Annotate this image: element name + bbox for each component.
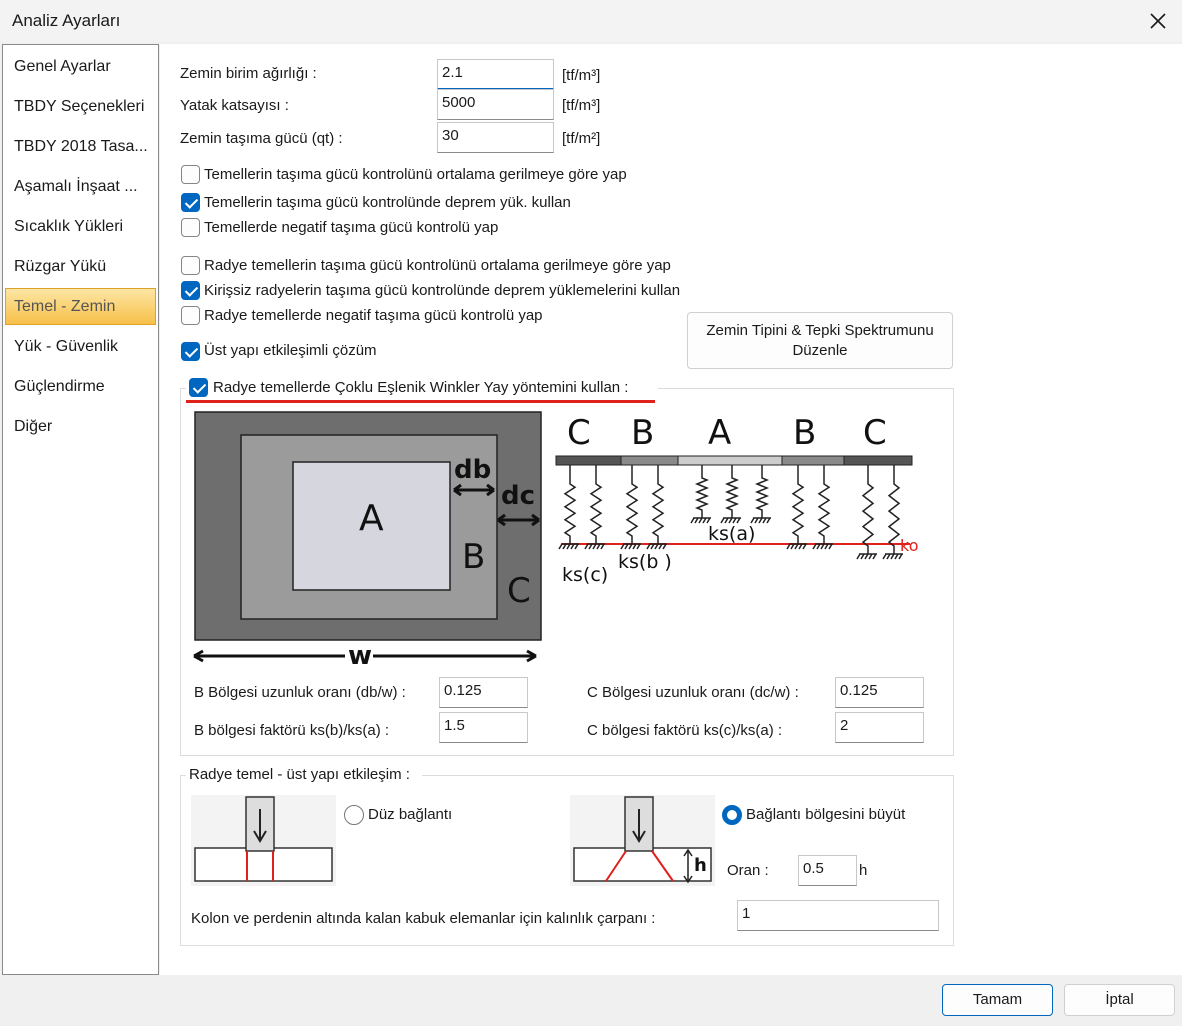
window-title: Analiz Ayarları bbox=[12, 11, 121, 30]
cancel-button[interactable]: İptal bbox=[1064, 984, 1175, 1016]
ks-a-label: ks(a) bbox=[708, 523, 755, 545]
zone-a-label: A bbox=[359, 498, 384, 539]
ko-label: ko bbox=[900, 536, 918, 555]
sidebar-item-guclendirme[interactable]: Güçlendirme bbox=[4, 369, 157, 405]
earthquake-load-checkbox[interactable] bbox=[181, 193, 200, 212]
b-length-ratio-input[interactable]: 0.125 bbox=[439, 677, 528, 708]
flat-connection-label: Düz bağlantı bbox=[368, 806, 453, 823]
w-label: w bbox=[348, 641, 372, 668]
zone-c-label: C bbox=[507, 571, 531, 611]
dialog-footer: Tamam İptal bbox=[0, 975, 1182, 1026]
thickness-factor-input[interactable]: 1 bbox=[737, 900, 939, 931]
bed-coefficient-input[interactable]: 5000 bbox=[437, 89, 554, 120]
sidebar-item-genel-ayarlar[interactable]: Genel Ayarlar bbox=[4, 49, 157, 85]
sidebar-item-ruzgar-yuku[interactable]: Rüzgar Yükü bbox=[4, 249, 157, 285]
ks-c-label: ks(c) bbox=[562, 564, 608, 586]
raft-negative-label: Radye temellerde negatif taşıma gücü kon… bbox=[204, 307, 543, 324]
superstructure-interaction-label: Üst yapı etkileşimli çözüm bbox=[204, 342, 377, 359]
avg-stress-checkbox[interactable] bbox=[181, 165, 200, 184]
thickness-factor-label: Kolon ve perdenin altında kalan kabuk el… bbox=[191, 910, 656, 927]
beamless-raft-checkbox[interactable] bbox=[181, 281, 200, 300]
sidebar-item-tbdy-2018[interactable]: TBDY 2018 Tasa... bbox=[4, 129, 157, 165]
c-length-ratio-input[interactable]: 0.125 bbox=[835, 677, 924, 708]
winkler-underline bbox=[186, 400, 655, 403]
unit-weight-unit: [tf/m³] bbox=[562, 67, 601, 84]
zone-b-label: B bbox=[462, 537, 485, 577]
db-label: db bbox=[454, 455, 491, 485]
flat-connection-radio[interactable] bbox=[344, 805, 364, 825]
bed-coefficient-unit: [tf/m³] bbox=[562, 97, 601, 114]
title-bar: Analiz Ayarları bbox=[0, 0, 1182, 42]
ratio-input[interactable]: 0.5 bbox=[798, 855, 857, 886]
sidebar-item-asamali-insaat[interactable]: Aşamalı İnşaat ... bbox=[4, 169, 157, 205]
raft-avg-stress-label: Radye temellerin taşıma gücü kontrolünü … bbox=[204, 257, 671, 274]
close-icon bbox=[1150, 13, 1166, 29]
ratio-label: Oran : bbox=[727, 862, 769, 879]
b-factor-label: B bölgesi faktörü ks(b)/ks(a) : bbox=[194, 722, 390, 739]
raft-avg-stress-checkbox[interactable] bbox=[181, 256, 200, 275]
bearing-capacity-input[interactable]: 30 bbox=[437, 122, 554, 153]
section-b-right: B bbox=[793, 413, 816, 453]
negative-bearing-checkbox[interactable] bbox=[181, 218, 200, 237]
c-factor-input[interactable]: 2 bbox=[835, 712, 924, 743]
ratio-unit: h bbox=[859, 862, 868, 879]
beamless-raft-label: Kirişsiz radyelerin taşıma gücü kontrolü… bbox=[204, 282, 681, 299]
dc-label: dc bbox=[501, 481, 535, 511]
interaction-title: Radye temel - üst yapı etkileşim : bbox=[189, 766, 410, 783]
raft-negative-checkbox[interactable] bbox=[181, 306, 200, 325]
section-b-left: B bbox=[631, 413, 654, 453]
unit-weight-label: Zemin birim ağırlığı : bbox=[180, 65, 317, 82]
section-c-left: C bbox=[567, 413, 591, 453]
c-factor-label: C bölgesi faktörü ks(c)/ks(a) : bbox=[587, 722, 783, 739]
b-length-ratio-label: B Bölgesi uzunluk oranı (db/w) : bbox=[194, 684, 406, 701]
avg-stress-label: Temellerin taşıma gücü kontrolünü ortala… bbox=[204, 166, 627, 183]
ok-button[interactable]: Tamam bbox=[942, 984, 1053, 1016]
unit-weight-input[interactable]: 2.1 bbox=[437, 59, 554, 90]
settings-panel: Zemin birim ağırlığı : 2.1 [tf/m³] Yatak… bbox=[160, 44, 1182, 975]
negative-bearing-label: Temellerde negatif taşıma gücü kontrolü … bbox=[204, 219, 499, 236]
bearing-capacity-unit: [tf/m²] bbox=[562, 130, 601, 147]
enlarged-connection-diagram: h bbox=[570, 795, 715, 886]
sidebar-item-diger[interactable]: Diğer bbox=[4, 409, 157, 445]
edit-spectrum-line2: Düzenle bbox=[792, 342, 848, 359]
enlarge-connection-label: Bağlantı bölgesini büyüt bbox=[746, 806, 906, 823]
h-dimension-label: h bbox=[694, 855, 707, 876]
c-length-ratio-label: C Bölgesi uzunluk oranı (dc/w) : bbox=[587, 684, 799, 701]
sidebar-item-sicaklik-yukleri[interactable]: Sıcaklık Yükleri bbox=[4, 209, 157, 245]
edit-spectrum-line1: Zemin Tipini & Tepki Spektrumunu bbox=[706, 322, 934, 339]
superstructure-interaction-checkbox[interactable] bbox=[181, 342, 200, 361]
winkler-diagram: A B C db dc w C B A B C ko ks(a) ks(c) k… bbox=[192, 406, 928, 668]
winkler-checkbox[interactable] bbox=[189, 378, 208, 397]
sidebar-item-yuk-guvenlik[interactable]: Yük - Güvenlik bbox=[4, 329, 157, 365]
sidebar: Genel Ayarlar TBDY Seçenekleri TBDY 2018… bbox=[2, 44, 159, 975]
flat-connection-diagram bbox=[191, 795, 336, 886]
sidebar-item-tbdy-secenekleri[interactable]: TBDY Seçenekleri bbox=[4, 89, 157, 125]
earthquake-load-label: Temellerin taşıma gücü kontrolünde depre… bbox=[204, 194, 571, 211]
section-c-right: C bbox=[863, 413, 887, 453]
bed-coefficient-label: Yatak katsayısı : bbox=[180, 97, 289, 114]
edit-spectrum-button[interactable]: Zemin Tipini & Tepki Spektrumunu Düzenle bbox=[687, 312, 953, 369]
section-a: A bbox=[708, 413, 731, 453]
bearing-capacity-label: Zemin taşıma gücü (qt) : bbox=[180, 130, 343, 147]
ks-b-label: ks(b ) bbox=[618, 551, 672, 573]
sidebar-item-temel-zemin[interactable]: Temel - Zemin bbox=[5, 288, 156, 325]
b-factor-input[interactable]: 1.5 bbox=[439, 712, 528, 743]
enlarge-connection-radio[interactable] bbox=[722, 805, 742, 825]
close-button[interactable] bbox=[1140, 4, 1176, 38]
winkler-label: Radye temellerde Çoklu Eşlenik Winkler Y… bbox=[213, 379, 629, 396]
